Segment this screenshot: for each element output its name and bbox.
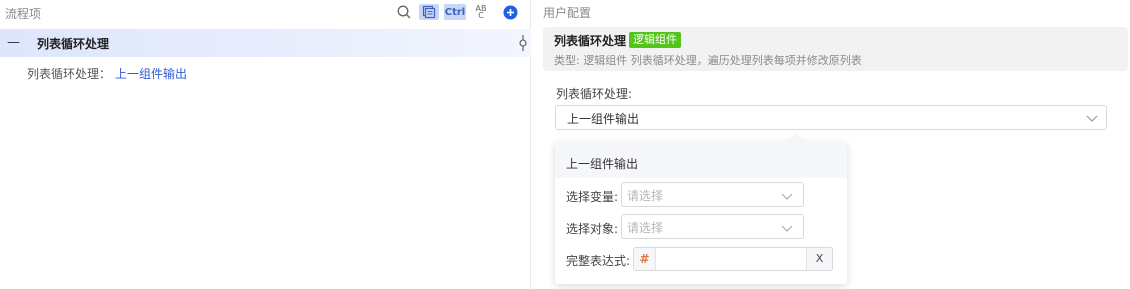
spellcheck-icon[interactable]: AB C: [472, 4, 490, 20]
tree-node-row[interactable]: — 列表循环处理: [0, 29, 531, 57]
node-connector-icon[interactable]: [518, 35, 528, 51]
tree-node-title[interactable]: 列表循环处理: [37, 35, 109, 52]
plus-circle-icon[interactable]: [502, 4, 518, 20]
object-placeholder: 请选择: [627, 221, 664, 235]
search-icon[interactable]: [396, 4, 412, 20]
description-text: 逻辑组件 列表循环处理，遍历处理列表每项并修改原列表: [583, 54, 862, 67]
clear-expression-button[interactable]: X: [806, 248, 832, 270]
chevron-down-icon: [781, 190, 793, 200]
chevron-down-icon: [781, 222, 793, 232]
variable-label: 选择变量:: [566, 190, 619, 204]
component-info-card: 列表循环处理 逻辑组件 类型: 逻辑组件 列表循环处理，遍历处理列表每项并修改原…: [543, 27, 1128, 71]
expression-field: # X: [633, 247, 833, 271]
spellcheck-icon-bottom: C: [478, 11, 484, 20]
tree-node-detail: 列表循环处理： 上一组件输出: [27, 65, 187, 82]
detail-label: 列表循环处理：: [27, 67, 112, 81]
flow-items-panel: 流程项 Ctrl AB C — 列表循环处理 列表循环处理： 上一组件输出: [0, 0, 531, 289]
variable-placeholder: 请选择: [627, 189, 664, 203]
source-dropdown-panel: 上一组件输出 选择变量: 请选择 选择对象: 请选择 完整表达式: # X: [555, 134, 847, 284]
expression-input[interactable]: [656, 248, 806, 270]
component-type-badge: 逻辑组件: [629, 32, 681, 48]
description-label: 类型:: [554, 54, 580, 67]
loop-source-value: 上一组件输出: [567, 112, 640, 126]
dropdown-option-selected[interactable]: 上一组件输出: [555, 142, 847, 178]
flow-items-header: 流程项 Ctrl AB C: [0, 0, 531, 26]
user-config-title: 用户配置: [543, 6, 592, 20]
object-select[interactable]: 请选择: [621, 214, 804, 239]
loop-source-select[interactable]: 上一组件输出: [555, 105, 1107, 130]
component-description: 类型: 逻辑组件 列表循环处理，遍历处理列表每项并修改原列表: [554, 52, 862, 68]
dropdown-option-label: 上一组件输出: [566, 157, 639, 171]
select-all-icon[interactable]: [419, 4, 439, 20]
component-name: 列表循环处理: [554, 34, 627, 48]
ctrl-multiselect-button[interactable]: Ctrl: [444, 4, 466, 20]
flow-items-title: 流程项: [5, 7, 42, 21]
collapse-toggle[interactable]: —: [7, 35, 20, 50]
hash-prefix-icon: #: [634, 248, 656, 270]
detail-value-link[interactable]: 上一组件输出: [115, 67, 187, 81]
variable-select[interactable]: 请选择: [621, 182, 804, 207]
loop-source-label: 列表循环处理:: [556, 87, 633, 101]
object-label: 选择对象:: [566, 222, 619, 236]
expression-label: 完整表达式:: [566, 254, 631, 268]
chevron-down-icon: [1086, 112, 1098, 122]
